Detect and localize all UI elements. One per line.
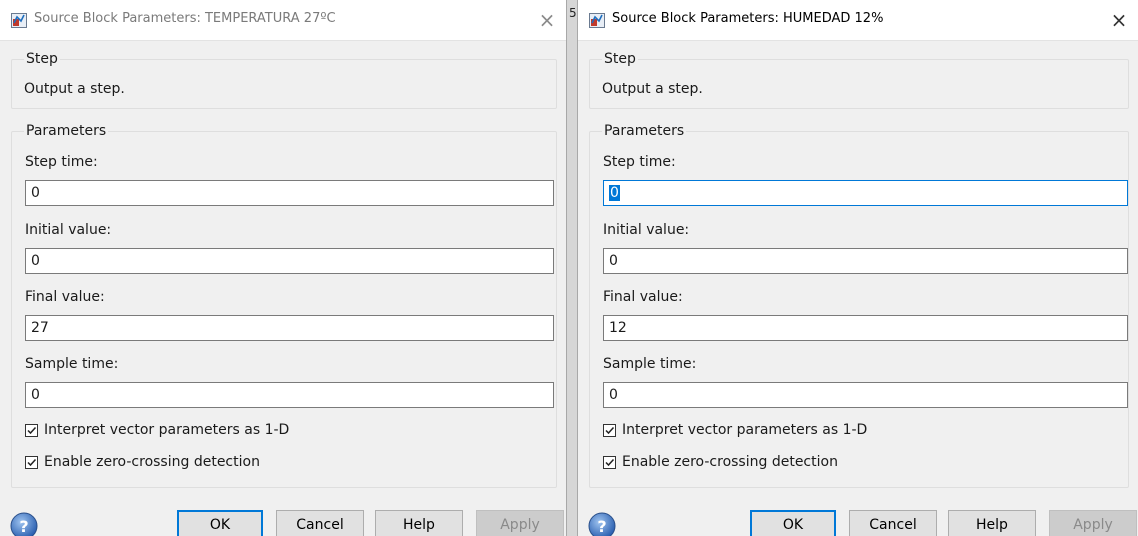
step-legend: Step [24, 51, 60, 67]
initial-value-input[interactable]: 0 [25, 248, 554, 274]
zero-crossing-checkbox[interactable] [603, 455, 616, 469]
title-bar[interactable]: Source Block Parameters: TEMPERATURA 27º… [0, 0, 566, 41]
interpret-vector-label: Interpret vector parameters as 1-D [44, 422, 290, 438]
sample-time-input[interactable]: 0 [603, 382, 1128, 408]
initial-value-input[interactable]: 0 [603, 248, 1128, 274]
help-icon[interactable]: ? [588, 512, 616, 536]
final-value-label: Final value: [603, 289, 683, 305]
step-description: Output a step. [24, 81, 125, 97]
step-time-label: Step time: [603, 154, 676, 170]
sample-time-input[interactable]: 0 [25, 382, 554, 408]
step-group: Step Output a step. [11, 51, 557, 109]
help-icon[interactable]: ? [10, 512, 38, 536]
zero-crossing-option[interactable]: Enable zero-crossing detection [603, 454, 838, 470]
parameters-group: Parameters Step time: 0 Initial value: 0… [11, 123, 557, 488]
final-value-label: Final value: [25, 289, 105, 305]
simulink-block-icon [589, 13, 605, 28]
step-legend: Step [602, 51, 638, 67]
window-title: Source Block Parameters: TEMPERATURA 27º… [34, 11, 336, 26]
dialog-temperatura: Source Block Parameters: TEMPERATURA 27º… [0, 0, 567, 536]
svg-text:?: ? [597, 517, 606, 536]
step-time-input[interactable]: 0 [25, 180, 554, 206]
checkmark-icon [27, 426, 37, 434]
zero-crossing-label: Enable zero-crossing detection [44, 454, 260, 470]
initial-value-label: Initial value: [25, 222, 112, 238]
parameters-group: Parameters Step time: 0 Initial value: 0… [589, 123, 1129, 488]
interpret-vector-option[interactable]: Interpret vector parameters as 1-D [603, 422, 867, 438]
ok-button[interactable]: OK [177, 510, 263, 536]
step-group: Step Output a step. [589, 51, 1129, 109]
cancel-button[interactable]: Cancel [276, 510, 364, 536]
final-value-input[interactable]: 27 [25, 315, 554, 341]
ok-button[interactable]: OK [750, 510, 836, 536]
interpret-vector-label: Interpret vector parameters as 1-D [622, 422, 868, 438]
svg-text:?: ? [19, 517, 28, 536]
apply-button[interactable]: Apply [476, 510, 564, 536]
help-button[interactable]: Help [375, 510, 463, 536]
window-title: Source Block Parameters: HUMEDAD 12% [612, 11, 884, 26]
checkmark-icon [605, 458, 615, 466]
close-icon[interactable]: × [534, 9, 560, 33]
sample-time-label: Sample time: [25, 356, 119, 372]
step-time-input[interactable]: 0 [603, 180, 1128, 206]
checkmark-icon [27, 458, 37, 466]
background-label: 5 [569, 6, 577, 20]
step-time-label: Step time: [25, 154, 98, 170]
zero-crossing-checkbox[interactable] [25, 455, 38, 469]
zero-crossing-option[interactable]: Enable zero-crossing detection [25, 454, 260, 470]
apply-button[interactable]: Apply [1049, 510, 1137, 536]
step-description: Output a step. [602, 81, 703, 97]
cancel-button[interactable]: Cancel [849, 510, 937, 536]
simulink-block-icon [11, 13, 27, 28]
help-button[interactable]: Help [948, 510, 1036, 536]
selected-text: 0 [609, 185, 620, 201]
interpret-vector-checkbox[interactable] [603, 423, 616, 437]
final-value-input[interactable]: 12 [603, 315, 1128, 341]
dialog-humedad: Source Block Parameters: HUMEDAD 12% × S… [577, 0, 1138, 536]
zero-crossing-label: Enable zero-crossing detection [622, 454, 838, 470]
close-icon[interactable]: × [1106, 9, 1132, 33]
interpret-vector-checkbox[interactable] [25, 423, 38, 437]
initial-value-label: Initial value: [603, 222, 690, 238]
parameters-legend: Parameters [24, 123, 109, 139]
checkmark-icon [605, 426, 615, 434]
parameters-legend: Parameters [602, 123, 687, 139]
title-bar[interactable]: Source Block Parameters: HUMEDAD 12% × [578, 0, 1138, 41]
sample-time-label: Sample time: [603, 356, 697, 372]
interpret-vector-option[interactable]: Interpret vector parameters as 1-D [25, 422, 289, 438]
